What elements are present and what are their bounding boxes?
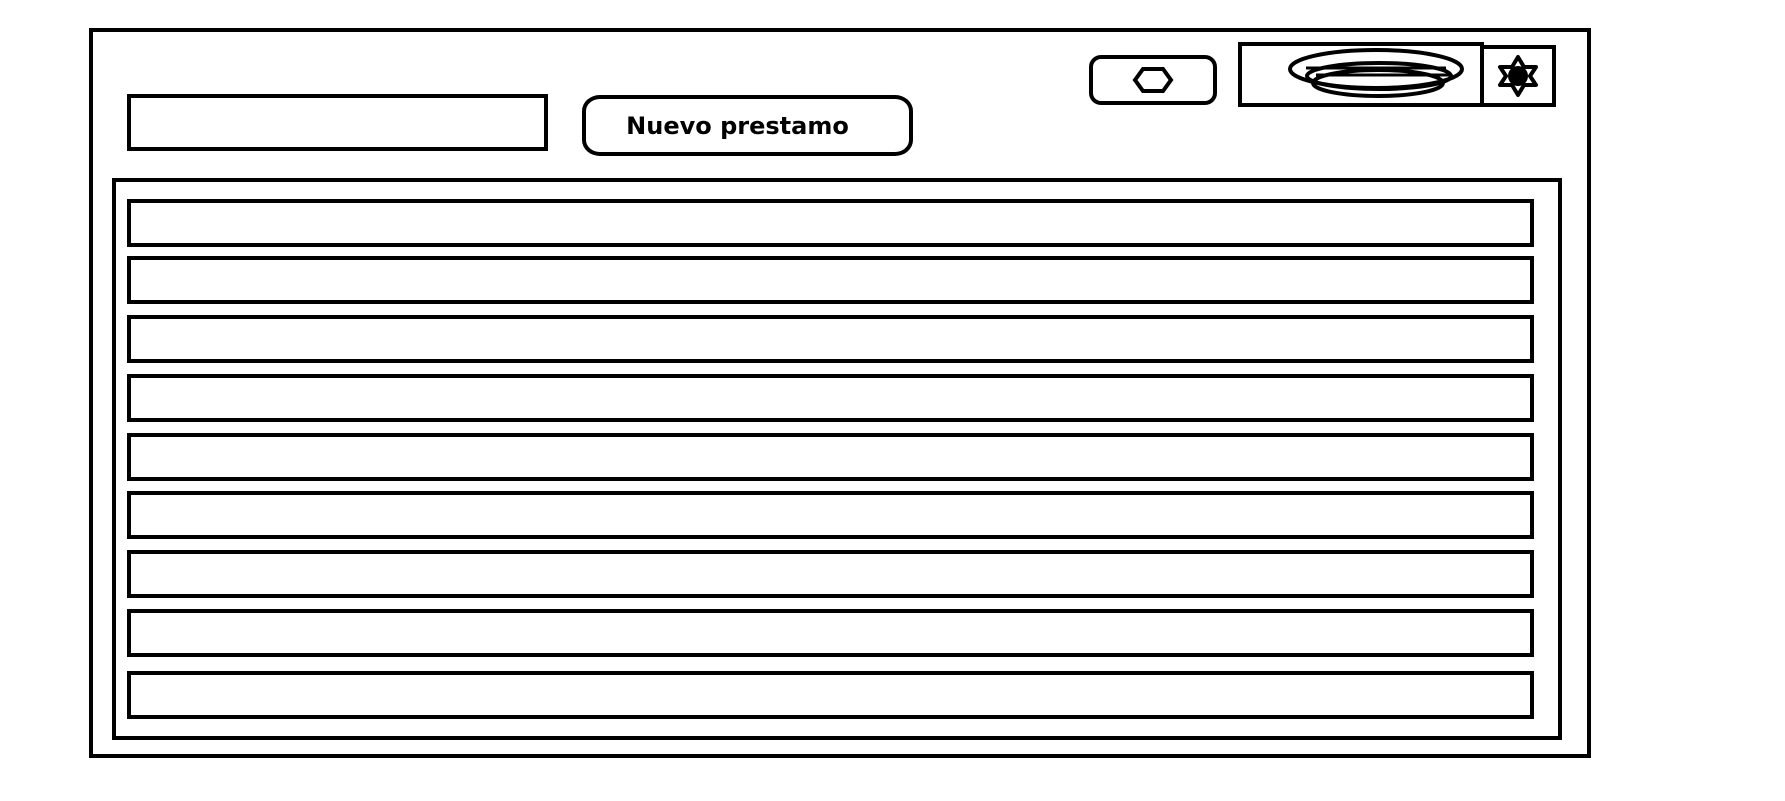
list-item[interactable] bbox=[127, 374, 1534, 422]
list-item[interactable] bbox=[127, 315, 1534, 363]
profile-button[interactable] bbox=[1238, 42, 1484, 107]
gear-icon bbox=[1498, 55, 1538, 97]
list-item[interactable] bbox=[127, 256, 1534, 304]
new-loan-button-label: Nuevo prestamo bbox=[626, 111, 849, 140]
hexagon-button[interactable] bbox=[1089, 55, 1217, 105]
scribbled-ellipse-icon bbox=[1288, 48, 1464, 98]
list-item[interactable] bbox=[127, 491, 1534, 539]
list-item[interactable] bbox=[127, 199, 1534, 247]
list-item[interactable] bbox=[127, 433, 1534, 481]
settings-button[interactable] bbox=[1480, 45, 1556, 107]
list-item[interactable] bbox=[127, 609, 1534, 657]
hexagon-icon bbox=[1132, 67, 1174, 93]
search-input[interactable] bbox=[127, 94, 548, 151]
list-item[interactable] bbox=[127, 550, 1534, 598]
new-loan-button[interactable]: Nuevo prestamo bbox=[582, 95, 913, 156]
list-item[interactable] bbox=[127, 671, 1534, 719]
